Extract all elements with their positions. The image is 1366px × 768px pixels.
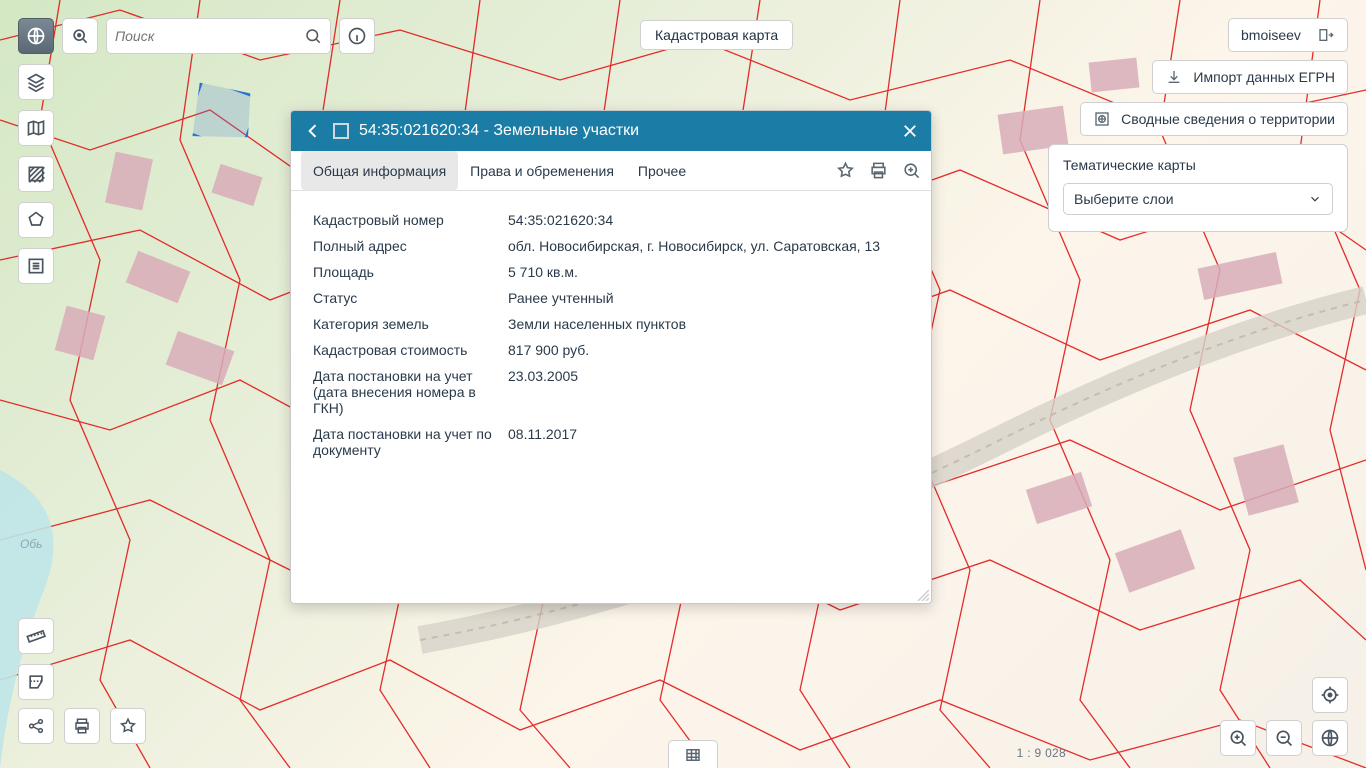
locate-button-wrapper [1312, 677, 1348, 713]
thematic-select-label: Выберите слои [1074, 191, 1174, 207]
thematic-select[interactable]: Выберите слои [1063, 183, 1333, 215]
field-key: Полный адрес [309, 233, 504, 259]
tab-rights-label: Права и обременения [470, 163, 614, 179]
user-button[interactable]: bmoiseev [1228, 18, 1348, 52]
popup-title: 54:35:021620:34 - Земельные участки [359, 122, 891, 140]
close-icon[interactable] [901, 122, 919, 140]
bottom-left-share-tools [18, 708, 146, 744]
thematic-maps-panel: Тематические карты Выберите слои [1048, 144, 1348, 232]
object-info-popup: 54:35:021620:34 - Земельные участки Обща… [290, 110, 932, 604]
logout-icon [1317, 27, 1335, 43]
list-icon[interactable] [18, 248, 54, 284]
territory-summary-button[interactable]: Сводные сведения о территории [1080, 102, 1348, 136]
zoom-in-icon[interactable] [1220, 720, 1256, 756]
globe-icon[interactable] [18, 18, 54, 54]
user-name-label: bmoiseev [1241, 27, 1301, 43]
back-icon[interactable] [303, 121, 323, 141]
svg-text:Обь: Обь [20, 537, 42, 551]
search-input[interactable] [115, 28, 298, 44]
tab-general-label: Общая информация [313, 163, 446, 179]
hatch-icon[interactable] [18, 156, 54, 192]
field-key: Статус [309, 285, 504, 311]
field-value: обл. Новосибирская, г. Новосибирск, ул. … [504, 233, 913, 259]
info-icon[interactable] [339, 18, 375, 54]
territory-summary-label: Сводные сведения о территории [1121, 111, 1335, 127]
field-key: Дата постановки на учет (дата внесения н… [309, 363, 504, 421]
zoom-controls [1220, 720, 1348, 756]
field-key: Площадь [309, 259, 504, 285]
field-value: 817 900 руб. [504, 337, 913, 363]
polygon-icon[interactable] [18, 202, 54, 238]
bottom-table-toggle[interactable] [668, 740, 718, 768]
table-row: Кадастровый номер54:35:021620:34 [309, 207, 913, 233]
search-target-icon[interactable] [62, 18, 98, 54]
table-icon [684, 746, 702, 764]
favorite-icon[interactable] [836, 161, 855, 180]
map-icon[interactable] [18, 110, 54, 146]
share-icon[interactable] [18, 708, 54, 744]
table-row: СтатусРанее учтенный [309, 285, 913, 311]
resize-handle[interactable] [915, 587, 929, 601]
thematic-title: Тематические карты [1063, 157, 1333, 173]
import-egrn-button[interactable]: Импорт данных ЕГРН [1152, 60, 1348, 94]
table-row: Дата постановки на учет (дата внесения н… [309, 363, 913, 421]
tab-other[interactable]: Прочее [626, 151, 698, 190]
table-row: Категория земельЗемли населенных пунктов [309, 311, 913, 337]
bottom-left-measure-tools [18, 618, 54, 700]
chevron-down-icon [1308, 192, 1322, 206]
table-row: Кадастровая стоимость817 900 руб. [309, 337, 913, 363]
popup-body: Кадастровый номер54:35:021620:34Полный а… [291, 191, 931, 603]
object-type-square-icon [333, 123, 349, 139]
field-key: Кадастровый номер [309, 207, 504, 233]
layers-icon[interactable] [18, 64, 54, 100]
table-row: Дата постановки на учет по документу08.1… [309, 421, 913, 463]
popup-tab-actions [836, 161, 921, 180]
info-table: Кадастровый номер54:35:021620:34Полный а… [309, 207, 913, 463]
zoom-to-icon[interactable] [902, 161, 921, 180]
star-icon[interactable] [110, 708, 146, 744]
crosshair-icon[interactable] [1312, 677, 1348, 713]
field-value: 08.11.2017 [504, 421, 913, 463]
right-panel-stack: bmoiseev Импорт данных ЕГРН Сводные свед… [1048, 18, 1348, 232]
tab-general[interactable]: Общая информация [301, 151, 458, 190]
search-icon[interactable] [304, 27, 322, 45]
print-icon[interactable] [64, 708, 100, 744]
field-key: Дата постановки на учет по документу [309, 421, 504, 463]
table-row: Полный адресобл. Новосибирская, г. Новос… [309, 233, 913, 259]
popup-header: 54:35:021620:34 - Земельные участки [291, 111, 931, 151]
tab-rights[interactable]: Права и обременения [458, 151, 626, 190]
tooltip-cadastral-map: Кадастровая карта [640, 20, 793, 50]
table-row: Площадь5 710 кв.м. [309, 259, 913, 285]
popup-tabs: Общая информация Права и обременения Про… [291, 151, 931, 191]
zoom-out-icon[interactable] [1266, 720, 1302, 756]
scale-label: 1 : 9 028 [1017, 746, 1066, 760]
field-value: Ранее учтенный [504, 285, 913, 311]
field-key: Кадастровая стоимость [309, 337, 504, 363]
import-egrn-label: Импорт данных ЕГРН [1193, 69, 1335, 85]
print-popup-icon[interactable] [869, 161, 888, 180]
left-tool-column [18, 64, 54, 284]
field-value: 5 710 кв.м. [504, 259, 913, 285]
tab-other-label: Прочее [638, 163, 686, 179]
territory-summary-icon [1093, 111, 1111, 127]
field-value: 54:35:021620:34 [504, 207, 913, 233]
field-value: Земли населенных пунктов [504, 311, 913, 337]
field-value: 23.03.2005 [504, 363, 913, 421]
top-left-toolbar [18, 18, 375, 54]
search-input-wrapper [106, 18, 331, 54]
download-icon [1165, 69, 1183, 85]
field-key: Категория земель [309, 311, 504, 337]
ruler-icon[interactable] [18, 618, 54, 654]
area-measure-icon[interactable] [18, 664, 54, 700]
extent-globe-icon[interactable] [1312, 720, 1348, 756]
